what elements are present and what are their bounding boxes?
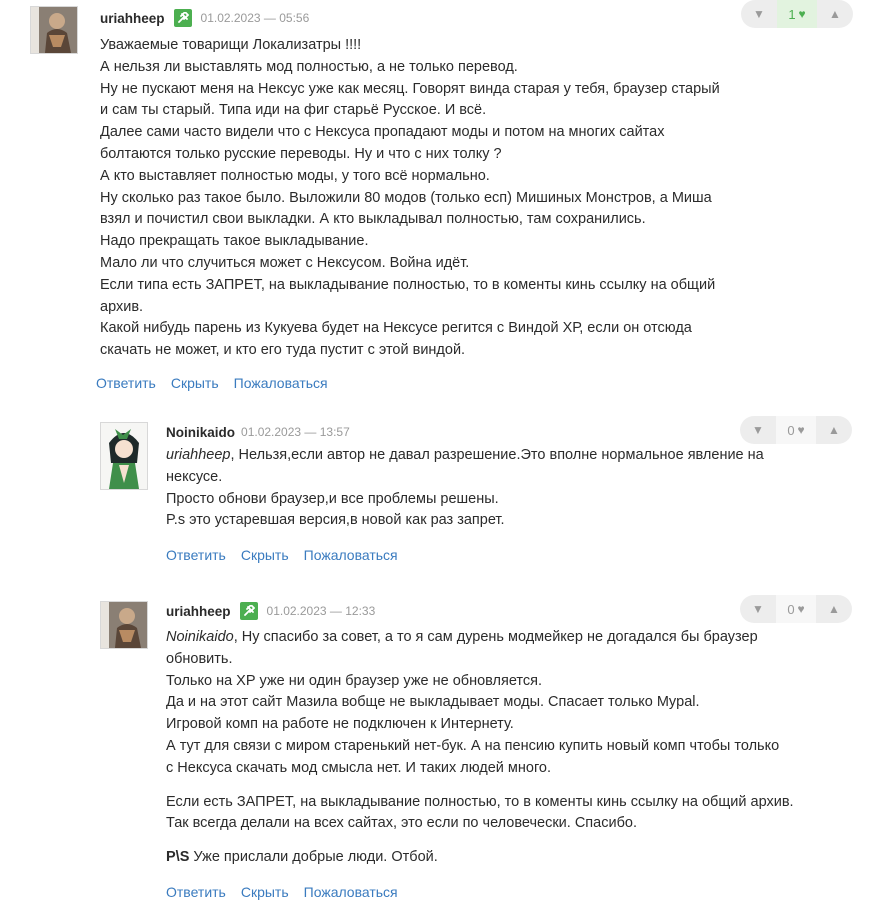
author-name[interactable]: Noinikaido xyxy=(166,425,235,440)
text-line: А тут для связи с миром старенький нет-б… xyxy=(166,737,780,754)
text-line: Мало ли что случиться может с Нексусом. … xyxy=(100,254,470,271)
comment-date: 01.02.2023 — 12:33 xyxy=(266,604,376,618)
text-line: Ну сколько раз такое было. Выложили 80 м… xyxy=(100,189,712,206)
comment-header: uriahheep 01.02.2023 — 12:33 xyxy=(166,601,375,621)
modder-badge-icon xyxy=(173,9,192,27)
text-line: Просто обнови браузер,и все проблемы реш… xyxy=(166,490,499,507)
text-line: Если есть ЗАПРЕТ, на выкладывание полнос… xyxy=(166,793,794,810)
avatar[interactable] xyxy=(30,6,78,54)
upvote-icon[interactable]: ▲ xyxy=(816,416,852,444)
text-line: взял и почистил свои выкладки. А кто вык… xyxy=(100,211,646,228)
upvote-icon[interactable]: ▲ xyxy=(817,0,853,28)
downvote-icon[interactable]: ▼ xyxy=(740,416,776,444)
vote-score: 0 ♥ xyxy=(776,416,816,444)
text-line: скачать не может, и кто его туда пустит … xyxy=(100,342,466,359)
comment-body: uriahheep, Нельзя,если автор не давал ра… xyxy=(166,445,806,532)
vote-widget: ▼ 0 ♥ ▲ xyxy=(740,416,852,444)
downvote-icon[interactable]: ▼ xyxy=(741,0,777,28)
reply-link[interactable]: Ответить xyxy=(166,547,226,563)
mention-link[interactable]: Noinikaido xyxy=(166,629,234,645)
text-line: Какой нибудь парень из Кукуева будет на … xyxy=(100,320,692,337)
text-line: uriahheep, Нельзя,если автор не давал ра… xyxy=(166,445,806,467)
text-line: нексусе. xyxy=(166,468,223,485)
reply-link[interactable]: Ответить xyxy=(166,884,226,900)
vote-count: 0 xyxy=(787,601,795,617)
author-name[interactable]: uriahheep xyxy=(100,11,165,26)
text-line: P\S Уже прислали добрые люди. Отбой. xyxy=(166,847,846,869)
text-line: Уважаемые товарищи Локализатры !!!! xyxy=(100,37,362,53)
text-line: А нельзя ли выставлять мод полностью, а … xyxy=(100,58,518,75)
text-line: с Нексуса скачать мод смысла нет. И таки… xyxy=(166,759,552,776)
text-line: Далее сами часто видели что с Нексуса пр… xyxy=(100,124,665,141)
text-line: Да и на этот сайт Мазила вобще не выклад… xyxy=(166,694,700,711)
modder-badge-icon xyxy=(239,602,258,620)
upvote-icon[interactable]: ▲ xyxy=(816,595,852,623)
text-line: Только на ХР уже ни один браузер уже не … xyxy=(166,672,543,689)
mention-link[interactable]: uriahheep xyxy=(166,447,231,463)
author-name[interactable]: uriahheep xyxy=(166,604,231,619)
ps-label: P\S xyxy=(166,849,190,866)
report-link[interactable]: Пожаловаться xyxy=(234,375,328,391)
comment-header: uriahheep 01.02.2023 — 05:56 xyxy=(100,8,309,28)
text-line: болтаются только русские переводы. Ну и … xyxy=(100,145,502,162)
comment-actions: Ответить Скрыть Пожаловаться xyxy=(96,375,328,391)
comment-actions: Ответить Скрыть Пожаловаться xyxy=(166,884,398,900)
hide-link[interactable]: Скрыть xyxy=(241,547,289,563)
text-line: обновить. xyxy=(166,650,233,667)
text-line-rest: , Нельзя,если автор не давал разрешение.… xyxy=(230,447,764,463)
text-line: Ну не пускают меня на Нексус уже как мес… xyxy=(100,80,720,97)
text-line: А кто выставляет полностью моды, у того … xyxy=(100,167,490,184)
report-link[interactable]: Пожаловаться xyxy=(304,547,398,563)
downvote-icon[interactable]: ▼ xyxy=(740,595,776,623)
hide-link[interactable]: Скрыть xyxy=(241,884,289,900)
vote-count: 0 xyxy=(787,422,795,438)
avatar[interactable] xyxy=(100,601,148,649)
vote-widget: ▼ 1 ♥ ▲ xyxy=(741,0,853,28)
heart-icon: ♥ xyxy=(797,602,805,616)
avatar[interactable] xyxy=(100,422,148,490)
text-line: и сам ты старый. Типа иди на фиг старьё … xyxy=(100,102,487,119)
vote-score: 1 ♥ xyxy=(777,0,817,28)
text-line: Noinikaido, Ну спасибо за совет, а то я … xyxy=(166,627,846,649)
text-line: Так всегда делали на всех сайтах, это ес… xyxy=(166,815,637,832)
comment-body: Noinikaido, Ну спасибо за совет, а то я … xyxy=(166,627,846,869)
text-line-rest: , Ну спасибо за совет, а то я сам дурень… xyxy=(233,629,758,645)
comment-header: Noinikaido 01.02.2023 — 13:57 xyxy=(166,422,350,442)
comment-body: Уважаемые товарищи Локализатры !!!! А не… xyxy=(100,35,780,362)
reply-link[interactable]: Ответить xyxy=(96,375,156,391)
comment-date: 01.02.2023 — 13:57 xyxy=(241,425,350,439)
text-line: архив. xyxy=(100,298,144,315)
hide-link[interactable]: Скрыть xyxy=(171,375,219,391)
text-line: Если типа есть ЗАПРЕТ, на выкладывание п… xyxy=(100,276,716,293)
report-link[interactable]: Пожаловаться xyxy=(304,884,398,900)
vote-widget: ▼ 0 ♥ ▲ xyxy=(740,595,852,623)
vote-count: 1 xyxy=(788,6,796,22)
text-line: P.s это устаревшая версия,в новой как ра… xyxy=(166,512,505,529)
heart-icon: ♥ xyxy=(797,423,805,437)
comment-date: 01.02.2023 — 05:56 xyxy=(200,11,310,25)
vote-score: 0 ♥ xyxy=(776,595,816,623)
text-line: Игровой комп на работе не подключен к Ин… xyxy=(166,716,514,733)
heart-icon: ♥ xyxy=(798,7,806,21)
text-line: Надо прекращать такое выкладывание. xyxy=(100,233,369,250)
ps-text: Уже прислали добрые люди. Отбой. xyxy=(189,849,438,866)
comment-actions: Ответить Скрыть Пожаловаться xyxy=(166,547,398,563)
